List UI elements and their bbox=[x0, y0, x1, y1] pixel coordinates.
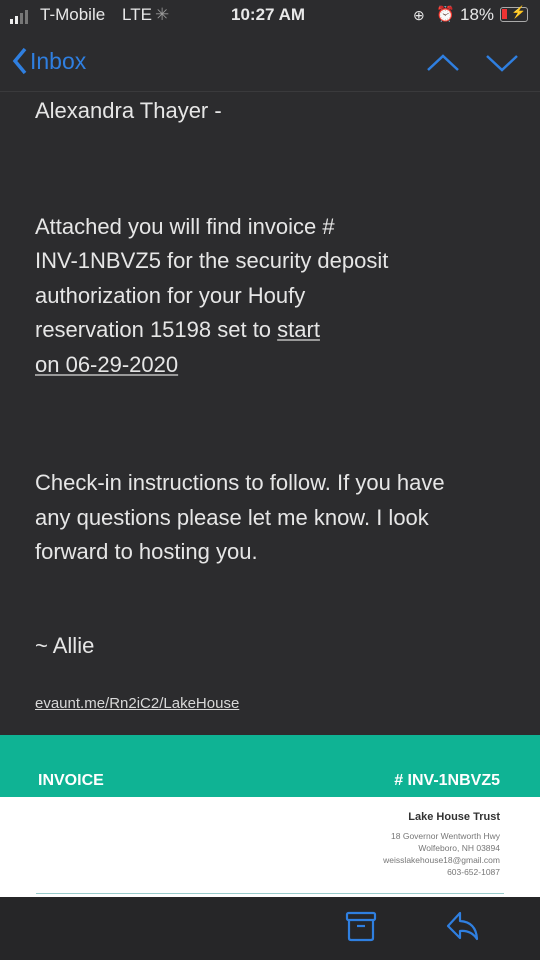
date-link[interactable]: start bbox=[277, 317, 320, 342]
back-to-inbox-button[interactable]: Inbox bbox=[12, 46, 86, 76]
battery-percent: 18% bbox=[460, 5, 495, 24]
paragraph-line: any questions please let me know. I look bbox=[35, 505, 429, 530]
paragraph-line: on 06-29-2020 bbox=[35, 348, 515, 383]
invoice-preview: INVOICE # INV-1NBVZ5 Lake House Trust 18… bbox=[0, 735, 540, 897]
company-phone: 603-652-1087 bbox=[447, 867, 500, 877]
company-email: weisslakehouse18@gmail.com bbox=[383, 855, 500, 865]
alarm-icon: ⏰ bbox=[436, 6, 455, 23]
address-line: 18 Governor Wentworth Hwy bbox=[391, 831, 500, 841]
carrier: T-Mobile bbox=[40, 5, 106, 24]
paragraph-line: forward to hosting you. bbox=[35, 539, 258, 564]
bottom-toolbar bbox=[0, 897, 540, 960]
back-label: Inbox bbox=[30, 47, 87, 74]
chevron-left-icon bbox=[12, 47, 27, 75]
paragraph-line: reservation 15198 set to start bbox=[35, 313, 515, 348]
paragraph-line: INV-1NBVZ5 for the security deposit bbox=[35, 248, 389, 273]
invoice-header: INVOICE # INV-1NBVZ5 bbox=[0, 735, 540, 797]
paragraph-line: Check-in instructions to follow. If you … bbox=[35, 470, 445, 495]
address-line: Wolfeboro, NH 03894 bbox=[418, 843, 500, 853]
previous-message-button[interactable] bbox=[425, 48, 461, 76]
next-message-button[interactable] bbox=[484, 48, 520, 76]
rotation-lock-icon: ⊕ bbox=[413, 7, 425, 23]
date-link[interactable]: on 06-29-2020 bbox=[35, 352, 178, 377]
company-info: Lake House Trust 18 Governor Wentworth H… bbox=[383, 811, 500, 878]
activity-spinner-icon: ✳ bbox=[155, 5, 170, 24]
battery-charging-icon: ⚡ bbox=[500, 5, 528, 22]
paragraph-line: authorization for your Houfy bbox=[35, 283, 306, 308]
lakehouse-link[interactable]: evaunt.me/Rn2iC2/LakeHouse bbox=[35, 695, 239, 712]
paragraph-line: Attached you will find invoice # bbox=[35, 214, 335, 239]
navigation-bar: Inbox bbox=[0, 40, 540, 92]
invoice-title: INVOICE bbox=[38, 772, 104, 789]
company-name: Lake House Trust bbox=[408, 811, 500, 823]
text: reservation 15198 set to bbox=[35, 317, 278, 342]
archive-icon[interactable] bbox=[344, 909, 378, 943]
invoice-number: # INV-1NBVZ5 bbox=[394, 772, 500, 789]
signal-icon bbox=[10, 10, 28, 24]
time: 10:27 AM bbox=[231, 5, 306, 24]
signoff: ~ Allie bbox=[35, 633, 95, 658]
status-bar: T-Mobile LTE ✳ 10:27 AM ⊕ ⏰ 18% ⚡ bbox=[0, 0, 540, 32]
reply-icon[interactable] bbox=[445, 909, 481, 943]
network: LTE bbox=[122, 5, 152, 24]
divider bbox=[36, 893, 504, 894]
greeting: Alexandra Thayer - bbox=[35, 98, 222, 123]
